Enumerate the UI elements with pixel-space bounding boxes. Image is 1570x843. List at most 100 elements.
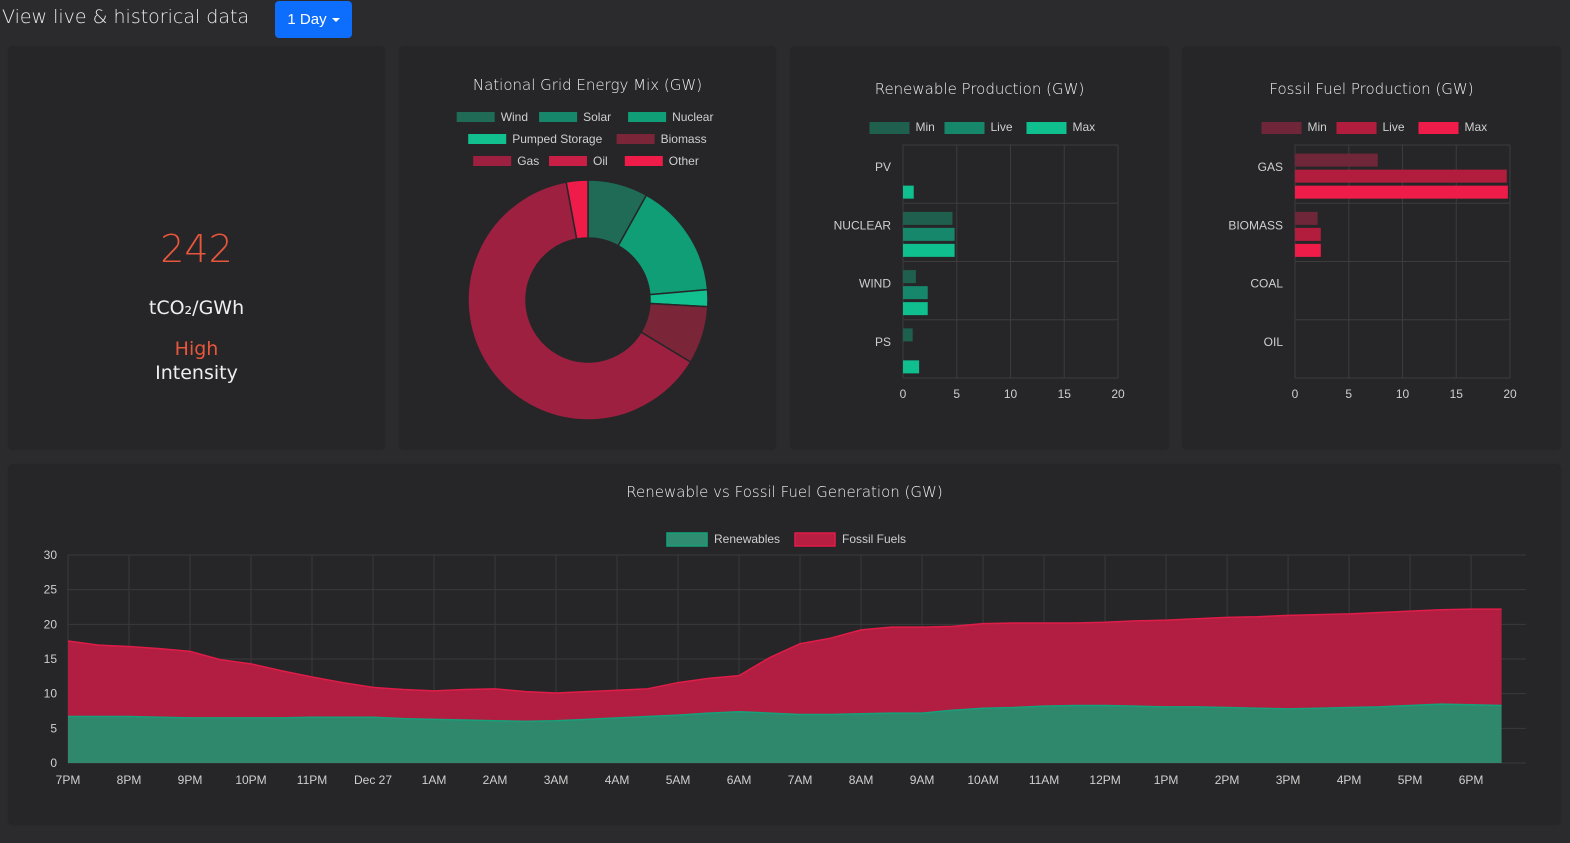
generation-x-tick-label: Dec 27 [354,773,392,787]
generation-x-tick-label: 9AM [910,773,935,787]
generation-y-tick-label: 20 [44,617,58,631]
renewable-bar-pv-max [903,185,914,199]
fossil-category-label-oil: OIL [1264,335,1284,349]
legend-label-nuclear: Nuclear [672,110,713,124]
generation-x-tick-label: 4PM [1337,773,1362,787]
renewable-bar-wind-min [903,270,916,284]
fossil-tick-label: 20 [1503,387,1517,401]
generation-x-tick-label: 7AM [788,773,813,787]
generation-x-tick-label: 2AM [483,773,508,787]
legend-label-pumped-storage: Pumped Storage [512,132,602,146]
legend-swatch-biomass [616,134,655,144]
renewable-legend-swatch-max [1026,122,1067,134]
generation-legend-swatch-renewables [666,532,708,547]
chevron-down-icon [331,17,340,22]
range-dropdown-button[interactable]: 1 Day [275,1,352,38]
fossil-legend-label-live: Live [1383,120,1405,134]
legend-swatch-oil [549,156,587,166]
fossil-legend-swatch-min [1261,122,1302,134]
fossil-bar-gas-max [1295,185,1508,199]
intensity-value: 242 [160,227,233,271]
generation-x-tick-label: 5AM [666,773,691,787]
renewable-category-label-pv: PV [875,160,891,174]
fossil-tick-label: 15 [1450,387,1464,401]
renewable-bar-wind-live [903,286,928,300]
generation-legend-label-fossil-fuels: Fossil Fuels [842,532,906,546]
range-dropdown-label: 1 Day [287,11,327,28]
renewable-category-label-wind: WIND [859,277,891,291]
fossil-bar-gas-min [1295,153,1378,167]
legend-label-oil: Oil [593,154,608,168]
fossil-bar-biomass-max [1295,243,1321,257]
fossil-bar-gas-live [1295,169,1507,183]
generation-x-tick-label: 8PM [117,773,142,787]
generation-y-tick-label: 0 [50,756,57,770]
intensity-label: Intensity [155,362,238,384]
legend-label-biomass: Biomass [661,132,707,146]
generation-x-tick-label: 2PM [1215,773,1240,787]
generation-x-tick-label: 3AM [544,773,569,787]
generation-legend-swatch-fossil-fuels [794,532,836,547]
renewable-category-label-ps: PS [875,335,891,349]
generation-x-tick-label: 8AM [849,773,874,787]
fossil-category-label-gas: GAS [1258,160,1283,174]
legend-swatch-other [624,156,663,166]
fossil-category-label-coal: COAL [1250,277,1283,291]
fossil-legend-swatch-live [1336,122,1377,134]
generation-y-tick-label: 30 [44,548,58,562]
intensity-level: High [174,338,219,360]
renewable-tick-label: 5 [953,387,960,401]
renewable-legend-swatch-min [869,122,910,134]
generation-y-tick-label: 10 [44,687,58,701]
fossil-tick-label: 10 [1396,387,1410,401]
renewable-tick-label: 0 [900,387,907,401]
generation-x-tick-label: 10PM [235,773,266,787]
page-title: View live & historical data [2,6,250,28]
generation-chart: Renewables Fossil Fuels 0 5 10 15 20 25 30 7PM 8PM… [44,532,1526,787]
fossil-tick-label: 0 [1292,387,1299,401]
renewable-card: Renewable Production (GW) Min Live Max 0 5 10… [791,47,1168,449]
fossil-bar-biomass-live [1295,227,1321,241]
renewable-bar-nuclear-max [903,243,955,257]
generation-x-tick-label: 4AM [605,773,630,787]
legend-swatch-gas [473,156,512,166]
generation-legend-label-renewables: Renewables [714,532,780,546]
renewable-category-label-nuclear: NUCLEAR [834,218,892,232]
legend-swatch-pumped-storage [468,134,507,144]
generation-x-tick-label: 1PM [1154,773,1179,787]
fossil-tick-label: 5 [1345,387,1352,401]
renewable-tick-label: 20 [1111,387,1125,401]
renewable-bar-ps-min [903,328,913,342]
intensity-unit: tCO₂/GWh [148,297,245,319]
fossil-category-label-biomass: BIOMASS [1228,218,1283,232]
fossil-bar-biomass-min [1295,211,1318,225]
generation-x-tick-label: 3PM [1276,773,1301,787]
renewable-legend-label-min: Min [916,120,935,134]
legend-label-solar: Solar [583,110,611,124]
generation-x-tick-label: 9PM [178,773,203,787]
fossil-card: Fossil Fuel Production (GW) Min Live Max 0 5… [1183,47,1560,449]
generation-y-tick-label: 5 [50,721,57,735]
generation-x-tick-label: 11AM [1029,773,1059,787]
generation-x-tick-label: 1AM [422,773,447,787]
fossil-legend-label-min: Min [1308,120,1327,134]
renewable-legend-label-max: Max [1073,120,1096,134]
energy-mix-card: National Grid Energy Mix (GW) Wind Solar N… [400,47,775,449]
renewable-chart: Min Live Max 0 5 10 15 20 PV NUCLEAR WIND PS [834,120,1125,401]
legend-label-other: Other [669,154,699,168]
legend-swatch-solar [539,112,578,122]
generation-x-tick-label: 10AM [967,773,998,787]
generation-x-tick-label: 6AM [727,773,752,787]
legend-swatch-nuclear [628,112,667,122]
renewable-bar-ps-max [903,360,920,374]
fossil-legend-label-max: Max [1465,120,1488,134]
generation-x-tick-label: 7PM [56,773,81,787]
fossil-legend-swatch-max [1418,122,1459,134]
renewable-bar-nuclear-live [903,227,955,241]
renewable-bar-nuclear-min [903,211,953,225]
renewable-tick-label: 15 [1058,387,1072,401]
generation-card: Renewable vs Fossil Fuel Generation (GW)… [9,465,1560,824]
legend-label-gas: Gas [517,154,539,168]
intensity-card: 242 tCO₂/GWh High Intensity [9,47,384,449]
fossil-chart: Min Live Max 0 5 10 15 20 GAS BIOMASS COAL OIL [1228,120,1517,401]
